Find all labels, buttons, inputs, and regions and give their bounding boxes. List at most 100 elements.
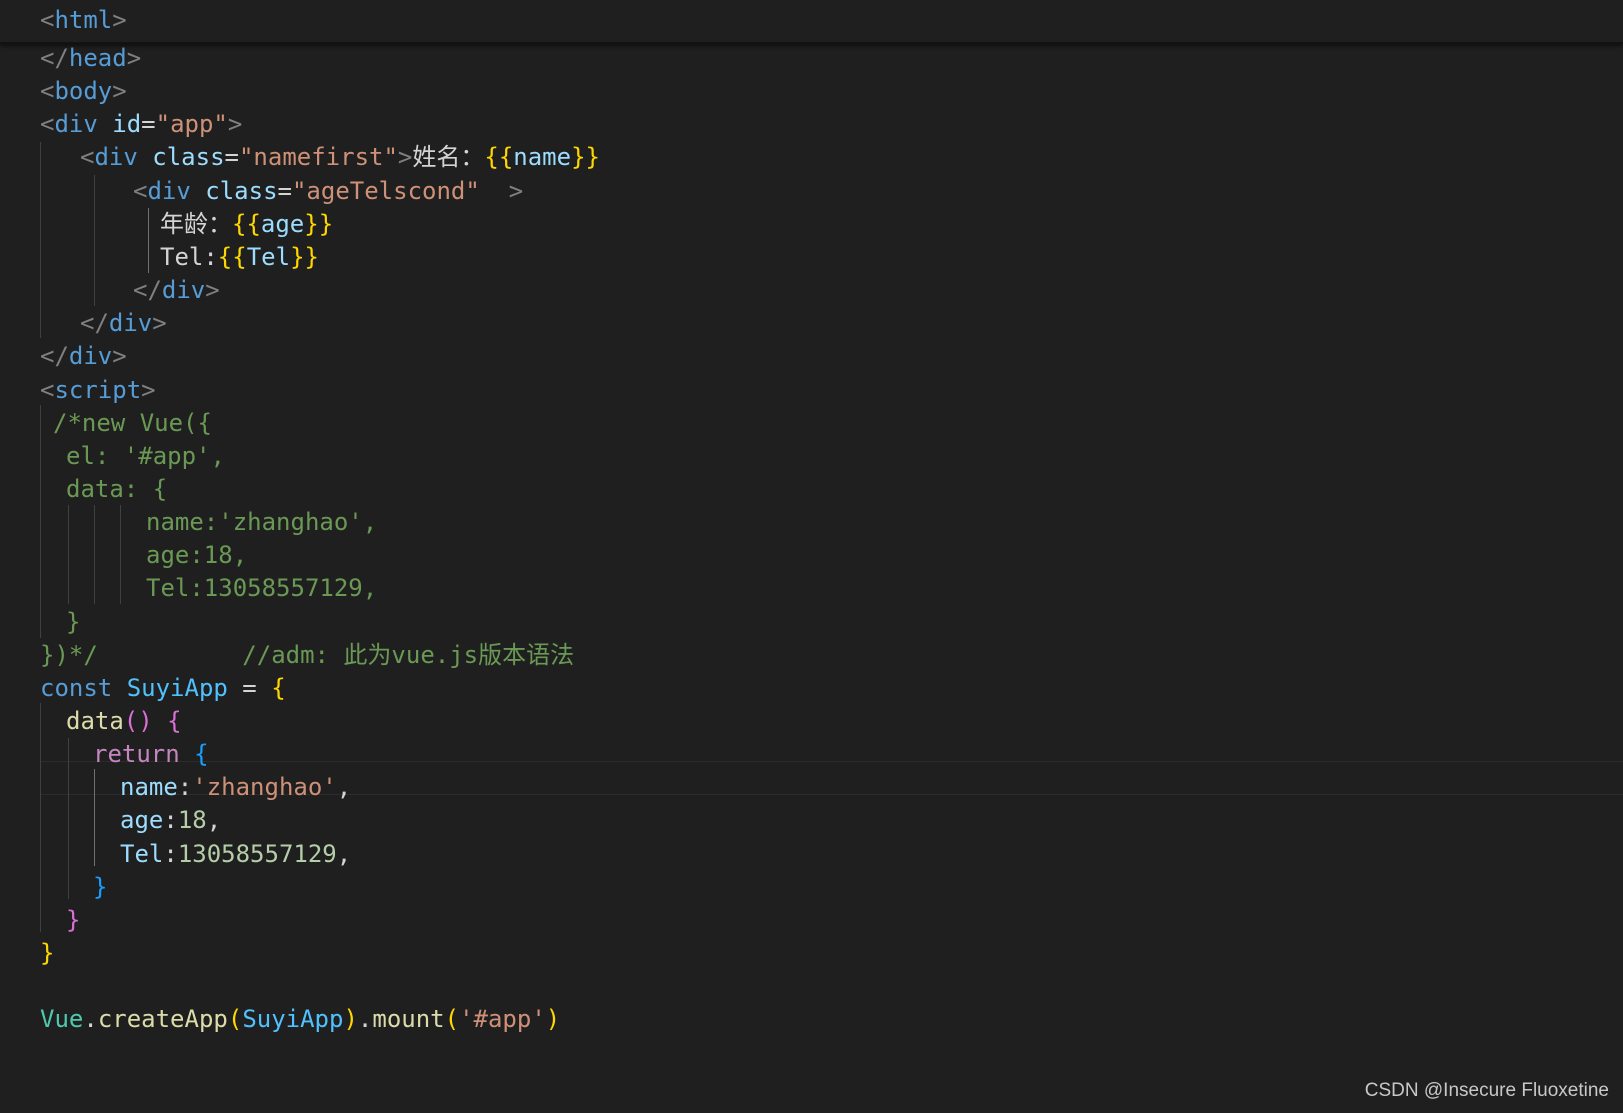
code-line[interactable]: age:18, <box>146 538 247 572</box>
code-line[interactable]: <body> <box>40 74 127 108</box>
code-line[interactable]: return { <box>93 737 209 771</box>
code-line[interactable]: const SuyiApp = { <box>40 671 286 705</box>
code-token: : <box>163 839 178 868</box>
code-token: }} <box>290 242 319 271</box>
code-token: "namefirst" <box>238 143 398 172</box>
code-line[interactable]: 年龄：{{age}} <box>160 207 333 241</box>
code-token: : <box>177 773 193 802</box>
indent-guide <box>40 405 41 638</box>
indent-guide <box>120 505 121 604</box>
indent-guide <box>94 505 95 604</box>
code-line[interactable]: })*/ //adm: 此为vue.js版本语法 <box>40 638 574 672</box>
code-line[interactable]: } <box>93 870 107 904</box>
sticky-scroll-header[interactable]: <html> <box>0 0 1623 44</box>
code-token: . <box>357 1005 373 1034</box>
code-token: < <box>40 6 55 34</box>
code-token: el: '#app', <box>66 441 225 470</box>
code-token: 姓名： <box>412 143 485 172</box>
code-line[interactable]: <div class="namefirst">姓名：{{name}} <box>80 140 600 174</box>
code-line[interactable]: } <box>66 605 80 639</box>
code-token: = <box>141 110 156 139</box>
sticky-header-code[interactable]: <html> <box>40 3 127 37</box>
code-token: > <box>227 110 243 139</box>
code-token: Tel <box>246 242 291 271</box>
code-line[interactable]: el: '#app', <box>66 439 225 473</box>
code-token: mount <box>372 1005 445 1034</box>
code-line[interactable]: <div class="ageTelscond" > <box>133 174 523 208</box>
code-line[interactable]: </head> <box>40 41 141 75</box>
code-token: Tel <box>120 839 164 868</box>
code-token: . <box>83 1005 98 1034</box>
code-token: < <box>133 176 148 205</box>
code-token: > <box>397 143 413 172</box>
code-token: > <box>126 44 142 72</box>
code-line[interactable]: </div> <box>133 273 220 307</box>
code-token: script <box>54 375 142 404</box>
indent-guide <box>148 208 149 273</box>
code-token: { <box>271 673 286 702</box>
code-token: {{ <box>232 209 261 238</box>
code-line[interactable]: <div id="app"> <box>40 107 242 141</box>
code-token: } <box>93 872 108 901</box>
code-token: ( <box>444 1005 460 1034</box>
code-line[interactable]: } <box>40 936 54 970</box>
code-token: SuyiApp <box>242 1005 344 1034</box>
code-token: /*new Vue({ <box>53 408 212 437</box>
code-token: > <box>152 309 167 338</box>
code-token: }} <box>571 143 600 172</box>
code-line[interactable]: } <box>66 903 80 937</box>
code-line[interactable]: data() { <box>66 704 182 738</box>
code-token: "app" <box>155 110 228 139</box>
code-token: : <box>163 806 178 835</box>
code-token: = <box>227 673 272 702</box>
code-token: ) <box>545 1005 561 1034</box>
code-token: < <box>80 143 95 172</box>
code-token: html <box>54 6 113 34</box>
code-token: data <box>66 707 124 735</box>
code-token: } <box>66 905 81 934</box>
code-token: age <box>120 806 164 835</box>
code-line[interactable]: age:18, <box>120 803 221 837</box>
code-token: {{ <box>217 242 247 271</box>
code-token: </ <box>80 309 109 338</box>
code-token: > <box>112 342 127 371</box>
code-line[interactable]: data: { <box>66 472 167 506</box>
code-token: < <box>40 375 55 404</box>
indent-guide <box>68 505 69 604</box>
code-editor[interactable]: <html> </head> <body> <div id="app"> <div c… <box>0 0 1623 1113</box>
code-token: div <box>147 176 191 205</box>
code-line[interactable]: name:'zhanghao', <box>120 770 351 804</box>
code-token: { <box>167 707 182 735</box>
code-token: </ <box>40 342 69 371</box>
code-line[interactable]: name:'zhanghao', <box>146 505 377 539</box>
code-line[interactable]: /*new Vue({ <box>53 406 212 440</box>
code-token: < <box>40 77 55 106</box>
code-line[interactable]: </div> <box>80 306 167 340</box>
code-token: } <box>40 939 55 968</box>
code-token: id <box>112 110 142 139</box>
code-token: < <box>40 110 55 139</box>
code-line[interactable]: Tel:13058557129, <box>146 571 377 605</box>
code-line[interactable]: Tel:{{Tel}} <box>160 240 319 274</box>
code-line[interactable]: </div> <box>40 339 127 373</box>
code-token: 'zhanghao' <box>192 773 337 802</box>
code-token: ( <box>227 1005 243 1034</box>
code-token: age:18, <box>146 541 248 570</box>
code-token: { <box>194 740 209 769</box>
code-line[interactable]: <script> <box>40 373 156 407</box>
code-token: Vue <box>40 1005 84 1034</box>
code-token: > <box>205 276 220 305</box>
code-line[interactable]: Tel:13058557129, <box>120 837 351 871</box>
code-token: , <box>336 839 352 868</box>
code-token: age <box>260 209 305 238</box>
code-line[interactable]: Vue.createApp(SuyiApp).mount('#app') <box>40 1002 560 1036</box>
code-token: , <box>336 773 352 802</box>
code-token: div <box>161 276 206 305</box>
code-token: })*/ //adm: 此为vue.js版本语法 <box>40 640 575 669</box>
